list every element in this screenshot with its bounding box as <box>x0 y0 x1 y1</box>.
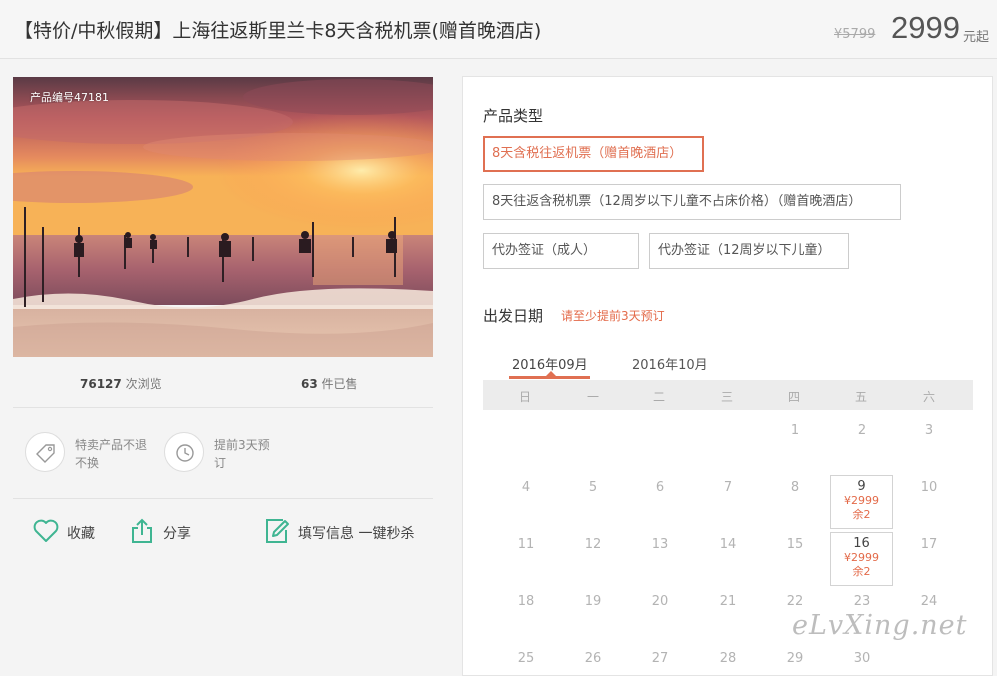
weekday-header: 日 一 二 三 四 五 六 <box>483 380 973 410</box>
views-label: 次浏览 <box>125 377 162 391</box>
calendar-day: 22 <box>786 594 804 609</box>
calendar-day: 11 <box>517 537 535 552</box>
divider <box>13 407 433 408</box>
calendar-day: 26 <box>584 651 602 666</box>
calendar-day: 10 <box>920 480 938 495</box>
weekday-label: 五 <box>854 390 867 404</box>
weekday-label: 四 <box>787 390 800 404</box>
calendar-day: 14 <box>719 537 737 552</box>
active-month-underline <box>509 376 590 379</box>
calendar-day: 25 <box>517 651 535 666</box>
calendar-day-available[interactable]: 9 ¥2999 余2 <box>830 475 893 529</box>
booking-hint: 请至少提前3天预订 <box>561 309 665 323</box>
calendar-day: 4 <box>521 480 531 495</box>
feature-text: 特卖产品不退不换 <box>75 438 148 470</box>
views-count: 76127 <box>80 377 122 391</box>
price-unit: 元起 <box>963 30 990 45</box>
calendar-day: 1 <box>790 423 800 438</box>
sold-label: 件已售 <box>321 377 358 391</box>
day-number: 16 <box>853 536 870 551</box>
calendar-day: 12 <box>584 537 602 552</box>
favorite-label: 收藏 <box>67 526 95 542</box>
product-option-visa-child[interactable]: 代办签证（12周岁以下儿童） <box>649 233 849 269</box>
edit-icon <box>266 519 289 543</box>
watermark: eLvXing.net <box>792 610 968 641</box>
calendar-day: 3 <box>924 423 934 438</box>
calendar-day: 19 <box>584 594 602 609</box>
calendar-day: 24 <box>920 594 938 609</box>
product-option-ticket-hotel[interactable]: 8天含税往返机票（赠首晚酒店） <box>483 136 704 172</box>
original-price: ¥5799 <box>834 27 876 42</box>
sold-count: 63 <box>301 377 318 391</box>
product-title: 【特价/中秋假期】上海往返斯里兰卡8天含税机票(赠首晚酒店) <box>14 20 542 42</box>
calendar-day: 21 <box>719 594 737 609</box>
calendar-day: 17 <box>920 537 938 552</box>
current-price: 2999 <box>891 10 960 45</box>
weekday-label: 六 <box>922 390 935 404</box>
calendar-day: 5 <box>588 480 598 495</box>
calendar-day: 30 <box>853 651 871 666</box>
day-remaining: 余2 <box>852 508 871 521</box>
title-bar: 【特价/中秋假期】上海往返斯里兰卡8天含税机票(赠首晚酒店) ¥5799 299… <box>0 0 997 59</box>
weekday-label: 一 <box>586 390 599 404</box>
calendar-day: 13 <box>651 537 669 552</box>
calendar-day: 6 <box>655 480 665 495</box>
product-option-child-ticket[interactable]: 8天往返含税机票（12周岁以下儿童不占床价格）（赠首晚酒店） <box>483 184 901 220</box>
calendar-day: 29 <box>786 651 804 666</box>
feature-text: 提前3天预订 <box>214 438 270 470</box>
calendar-day: 2 <box>857 423 867 438</box>
clock-icon <box>164 432 204 472</box>
tag-icon <box>25 432 65 472</box>
product-stats: 76127 次浏览 63 件已售 <box>13 375 433 395</box>
share-icon <box>132 518 152 543</box>
day-price: ¥2999 <box>844 494 879 507</box>
product-id-label: 产品编号47181 <box>30 91 109 104</box>
calendar-day: 27 <box>651 651 669 666</box>
fill-info-label: 填写信息 一键秒杀 <box>298 526 415 542</box>
product-option-visa-adult[interactable]: 代办签证（成人） <box>483 233 639 269</box>
weekday-label: 二 <box>652 390 665 404</box>
fill-info-button[interactable]: 填写信息 一键秒杀 <box>263 517 423 545</box>
tab-month-october[interactable]: 2016年10月 <box>632 354 708 373</box>
calendar-day: 28 <box>719 651 737 666</box>
calendar-day: 23 <box>853 594 871 609</box>
calendar-day-available[interactable]: 16 ¥2999 余2 <box>830 532 893 586</box>
calendar-day: 15 <box>786 537 804 552</box>
day-remaining: 余2 <box>852 565 871 578</box>
departure-date-title: 出发日期 <box>483 307 544 325</box>
sold-stat: 63 件已售 <box>301 375 358 392</box>
views-stat: 76127 次浏览 <box>80 375 162 392</box>
share-label: 分享 <box>163 526 191 542</box>
divider <box>13 498 433 499</box>
share-button[interactable]: 分享 <box>129 517 199 545</box>
day-price: ¥2999 <box>844 551 879 564</box>
favorite-button[interactable]: 收藏 <box>32 517 102 545</box>
weekday-label: 日 <box>518 390 531 404</box>
calendar-day: 18 <box>517 594 535 609</box>
day-number: 9 <box>857 479 866 494</box>
product-photo <box>13 77 433 357</box>
calendar-day: 8 <box>790 480 800 495</box>
calendar-day: 7 <box>723 480 733 495</box>
calendar-day: 20 <box>651 594 669 609</box>
heart-icon <box>33 519 59 542</box>
weekday-label: 三 <box>720 390 733 404</box>
product-type-title: 产品类型 <box>483 107 544 125</box>
